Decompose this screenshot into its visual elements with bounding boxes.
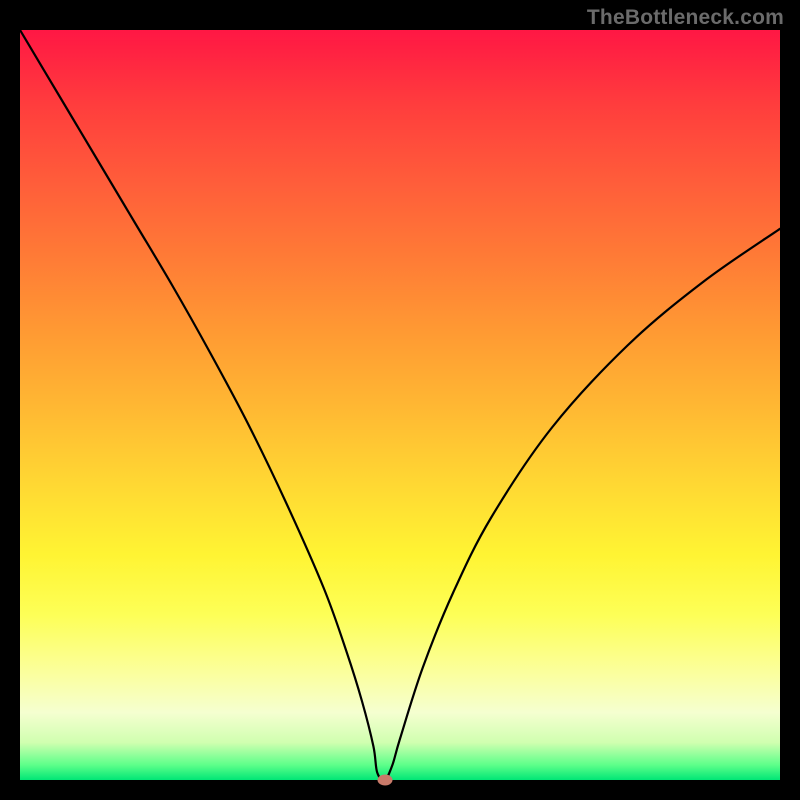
bottleneck-curve — [20, 30, 780, 780]
optimum-marker — [377, 775, 392, 786]
plot-area — [20, 30, 780, 780]
watermark-text: TheBottleneck.com — [587, 6, 784, 30]
chart-container: TheBottleneck.com — [0, 0, 800, 800]
